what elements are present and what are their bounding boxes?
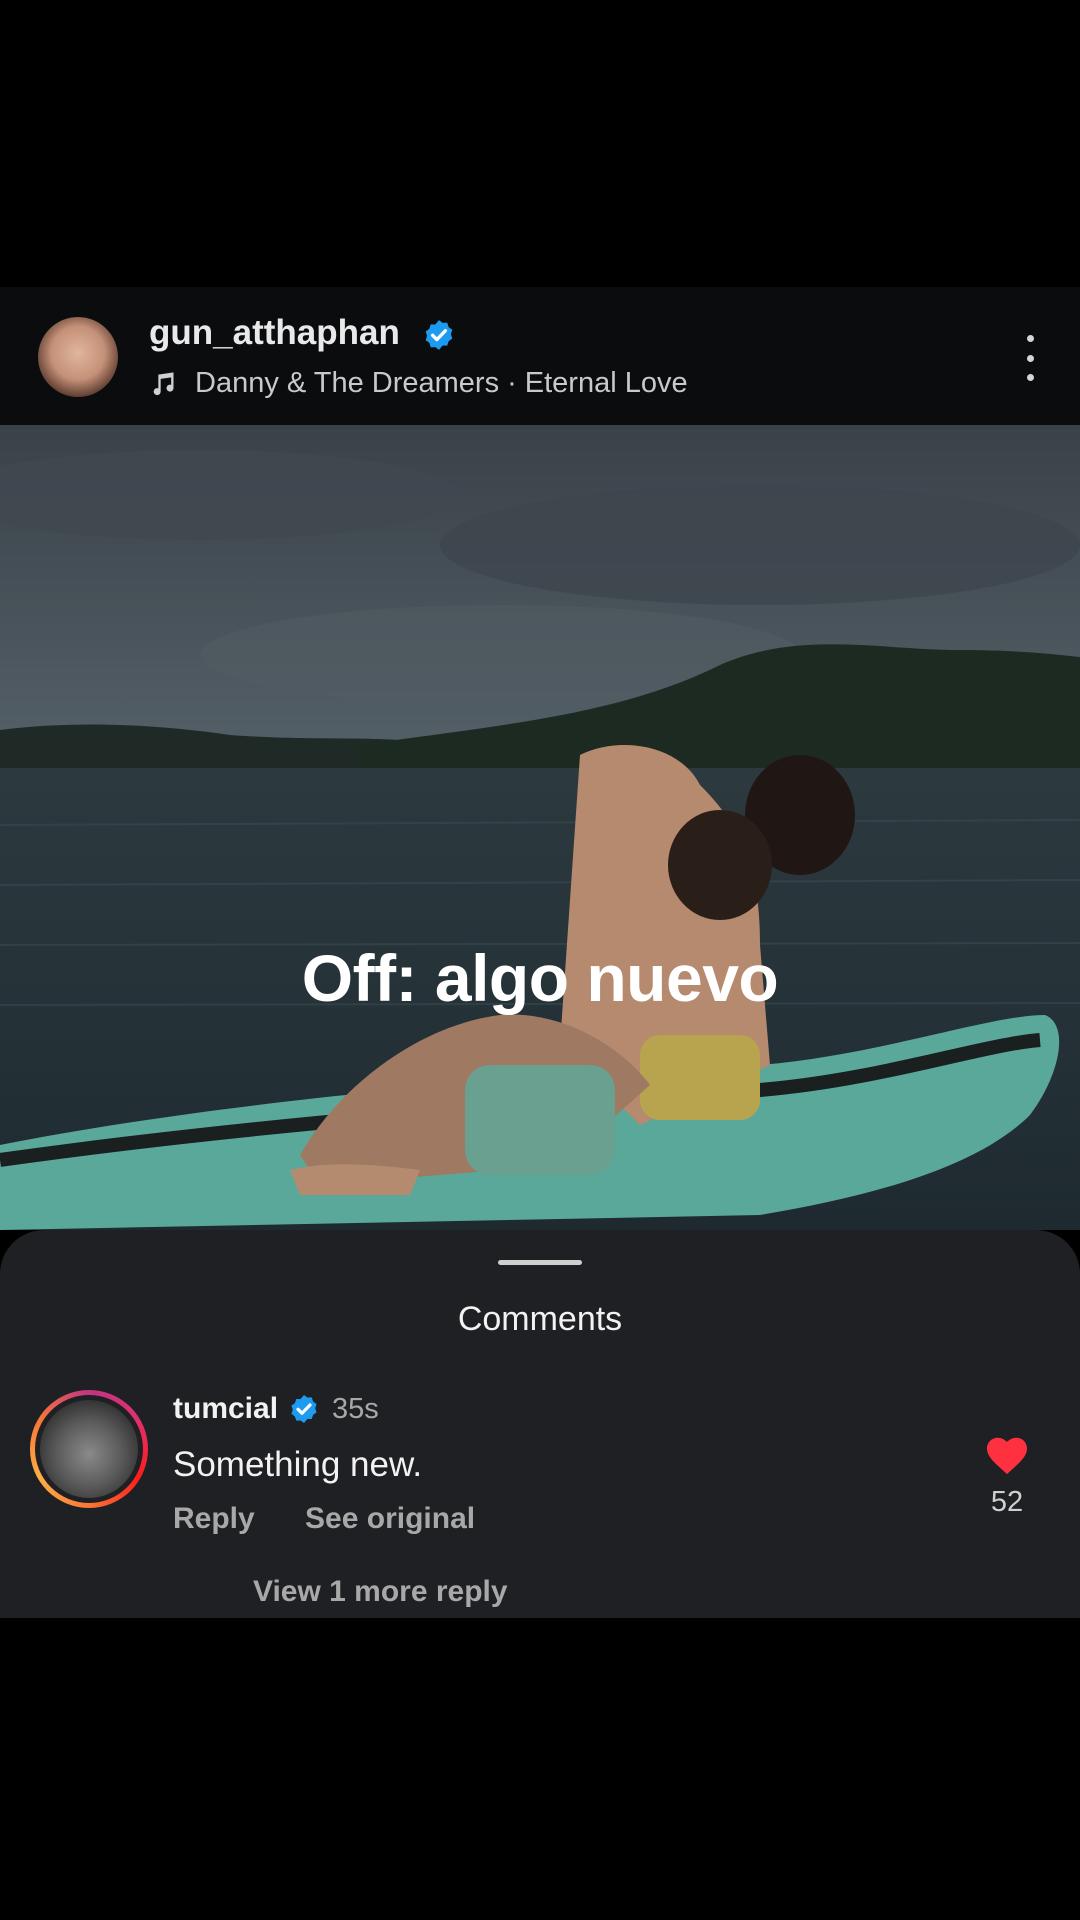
view-more-replies-button[interactable]: View 1 more reply <box>253 1575 508 1609</box>
post-photo-illustration <box>0 425 1080 1230</box>
commenter-username[interactable]: tumcial <box>173 1392 278 1426</box>
comment-header: tumcial 35s <box>173 1392 379 1426</box>
verified-badge-icon <box>291 1395 317 1423</box>
see-original-button[interactable]: See original <box>305 1502 475 1535</box>
more-options-icon[interactable] <box>1020 335 1040 381</box>
video-overlay-caption: Off: algo nuevo <box>301 941 779 1015</box>
music-artist: Danny & The Dreamers <box>195 367 500 399</box>
post-header: gun_atthaphan Danny & The Dreamers · Ete… <box>0 287 1080 425</box>
comment-time: 35s <box>332 1392 379 1425</box>
comment-actions: Reply See original <box>173 1502 517 1536</box>
comments-sheet: Comments tumcial 35s Something new. Repl… <box>0 1230 1080 1618</box>
music-note-icon <box>153 371 174 395</box>
author-avatar[interactable] <box>38 317 118 397</box>
author-username[interactable]: gun_atthaphan <box>149 313 456 353</box>
post-image[interactable]: Off: algo nuevo <box>0 425 1080 1230</box>
verified-badge-icon <box>425 319 452 350</box>
music-info[interactable]: Danny & The Dreamers · Eternal Love <box>149 367 688 400</box>
sheet-drag-handle[interactable] <box>498 1260 582 1265</box>
like-count: 52 <box>990 1486 1024 1518</box>
commenter-avatar[interactable] <box>40 1400 138 1498</box>
commenter-avatar-story-ring[interactable] <box>30 1390 148 1508</box>
music-song: Eternal Love <box>524 367 688 399</box>
music-separator: · <box>507 367 517 399</box>
comment-text: Something new. <box>173 1445 423 1484</box>
heart-icon[interactable] <box>985 1435 1029 1475</box>
reply-button[interactable]: Reply <box>173 1502 255 1535</box>
comments-title: Comments <box>457 1300 623 1338</box>
author-username-text[interactable]: gun_atthaphan <box>149 313 400 352</box>
